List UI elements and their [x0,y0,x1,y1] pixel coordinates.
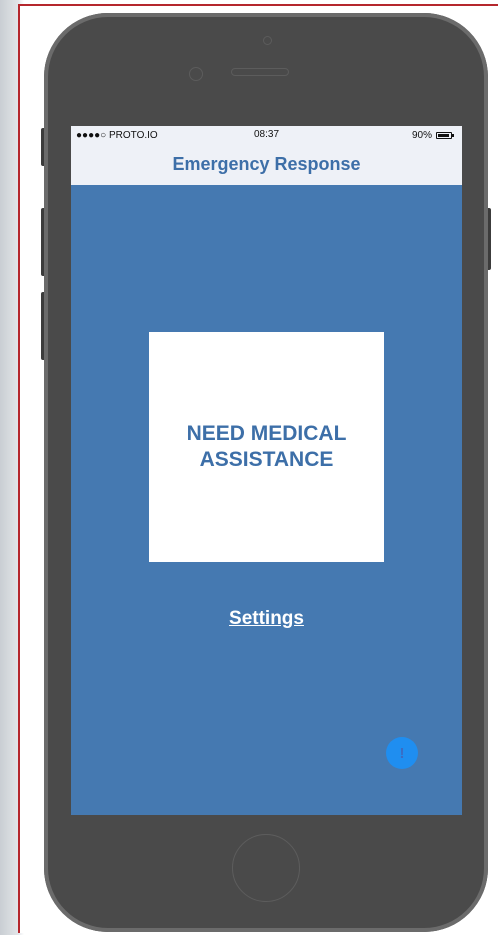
earpiece-speaker [231,68,289,76]
proximity-sensor-icon [189,67,203,81]
front-camera-icon [263,36,272,45]
battery-percentage: 90% [411,130,432,141]
exclamation-icon: ! [399,744,405,762]
status-time: 08:37 [253,129,280,140]
home-button[interactable] [232,834,300,902]
settings-link[interactable]: Settings [71,608,462,630]
alert-fab-button[interactable]: ! [386,737,418,769]
navigation-bar: ●●●●○ PROTO.IO 08:37 90% Emergency Respo… [71,126,462,185]
need-medical-assistance-button[interactable]: NEED MEDICAL ASSISTANCE [149,332,384,562]
medical-button-label: NEED MEDICAL ASSISTANCE [186,422,347,471]
status-bar: ●●●●○ PROTO.IO 08:37 90% [71,126,462,146]
battery-icon [436,132,454,139]
page-title: Emergency Response [172,154,361,174]
phone-screen: ●●●●○ PROTO.IO 08:37 90% Emergency Respo… [71,126,462,815]
